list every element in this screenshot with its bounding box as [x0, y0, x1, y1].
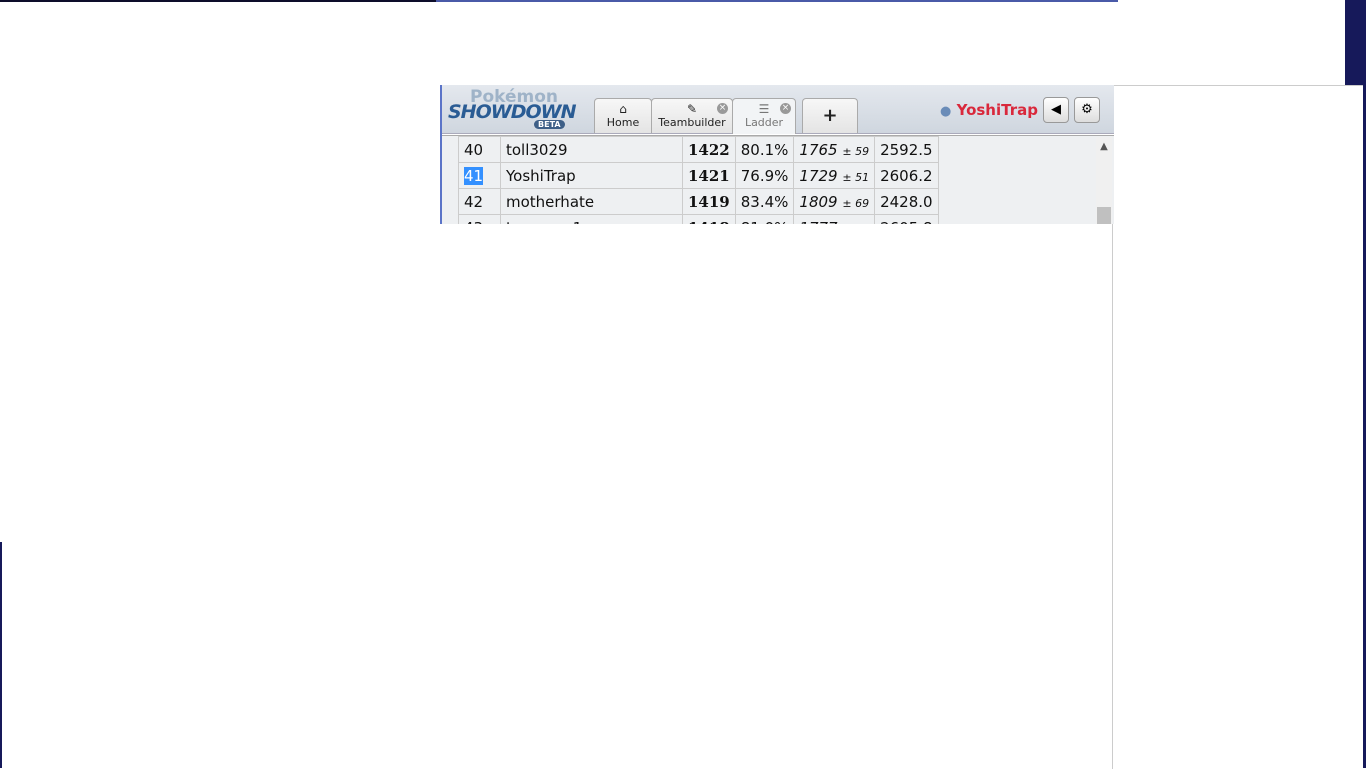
user-icon: ● — [940, 104, 952, 119]
glicko-deviation: ± 51 — [842, 170, 870, 184]
elo-cell: 1419 — [682, 188, 736, 215]
volume-icon: ◀ — [1051, 102, 1061, 117]
glicko-cell: 1765 ± 59 — [793, 136, 876, 163]
rank-cell: 40 — [458, 136, 501, 163]
gxe-cell: 83.4% — [734, 188, 795, 215]
showdown-logo[interactable]: Pokémon SHOWDOWN BETA — [448, 87, 590, 131]
rank: 43 — [464, 219, 483, 225]
player-name[interactable]: trapsuon1 — [506, 219, 582, 225]
gxe-cell: 80.1% — [734, 136, 795, 163]
rank: 41 — [464, 166, 484, 185]
scrollbar[interactable]: ▲ — [1096, 137, 1112, 224]
rank-cell: 42 — [458, 188, 501, 215]
name-cell[interactable]: YoshiTrap — [500, 162, 683, 189]
chevron-up-icon[interactable]: ▲ — [1096, 141, 1112, 152]
table-row: 43 trapsuon1 1418 81.0% 1777 ± 63 2605.8 — [458, 214, 939, 225]
desktop-background-left — [0, 542, 2, 768]
glicko-value: 1777 — [799, 219, 837, 225]
player-name[interactable]: YoshiTrap — [506, 167, 576, 185]
name-cell[interactable]: motherhate — [500, 188, 683, 215]
ladder-table: 40 toll3029 1422 80.1% 1765 ± 59 2592.5 4… — [458, 136, 939, 224]
glicko-deviation: ± 59 — [842, 144, 870, 158]
glicko-value: 1809 — [799, 192, 838, 211]
side-panel — [1112, 85, 1363, 769]
elo-cell: 1418 — [682, 214, 736, 224]
elo-cell: 1422 — [682, 136, 736, 163]
glicko-deviation: ± 63 — [842, 223, 869, 225]
showdown-window: Pokémon SHOWDOWN BETA ⌂ Home ✎ Teambuild… — [440, 85, 1114, 224]
glicko-cell: 1809 ± 69 — [793, 188, 876, 215]
gear-icon: ⚙ — [1081, 102, 1093, 117]
tab-ladder[interactable]: ☰ Ladder × — [732, 98, 796, 134]
tab-label: Home — [606, 116, 640, 129]
settings-button[interactable]: ⚙ — [1074, 97, 1100, 123]
close-icon[interactable]: × — [717, 103, 728, 114]
rank: 40 — [464, 140, 484, 159]
table-row: 40 toll3029 1422 80.1% 1765 ± 59 2592.5 — [458, 136, 939, 163]
rank-cell: 41 — [458, 162, 501, 189]
tab-home[interactable]: ⌂ Home — [594, 98, 652, 133]
coil-cell: 2606.2 — [874, 162, 939, 189]
username: YoshiTrap — [956, 101, 1038, 119]
header: Pokémon SHOWDOWN BETA ⌂ Home ✎ Teambuild… — [442, 85, 1114, 134]
window-edge — [436, 0, 1118, 2]
gxe-cell: 76.9% — [734, 162, 795, 189]
close-icon[interactable]: × — [780, 103, 791, 114]
glicko-cell: 1729 ± 51 — [793, 162, 876, 189]
user-button[interactable]: ● YoshiTrap — [940, 101, 1038, 119]
tab-label: Ladder — [744, 116, 784, 129]
table-row: 42 motherhate 1419 83.4% 1809 ± 69 2428.… — [458, 188, 939, 215]
gxe-cell: 81.0% — [734, 214, 795, 224]
home-icon: ⌂ — [619, 102, 627, 116]
glicko-deviation: ± 69 — [842, 196, 870, 210]
coil-cell: 2428.0 — [874, 188, 939, 215]
player-name[interactable]: toll3029 — [506, 141, 568, 159]
player-name[interactable]: motherhate — [506, 193, 594, 211]
tab-label: Teambuilder — [658, 116, 726, 129]
name-cell[interactable]: trapsuon1 — [500, 214, 683, 225]
sound-button[interactable]: ◀ — [1043, 97, 1069, 123]
rank-cell: 43 — [458, 214, 501, 225]
glicko-cell: 1777 ± 63 — [793, 214, 876, 225]
coil-cell: 2605.8 — [874, 214, 939, 224]
plus-icon: + — [822, 105, 838, 126]
coil-cell: 2592.5 — [874, 136, 939, 163]
beta-badge: BETA — [534, 120, 565, 129]
elo-cell: 1421 — [682, 162, 736, 189]
name-cell[interactable]: toll3029 — [500, 136, 683, 163]
new-tab-button[interactable]: + — [802, 98, 858, 133]
scrollbar-thumb[interactable] — [1097, 207, 1111, 224]
tab-teambuilder[interactable]: ✎ Teambuilder × — [651, 98, 733, 133]
table-row: 41 YoshiTrap 1421 76.9% 1729 ± 51 2606.2 — [458, 162, 939, 189]
glicko-value: 1765 — [799, 140, 838, 159]
desktop-background — [0, 0, 436, 2]
rank: 42 — [464, 192, 484, 211]
glicko-value: 1729 — [799, 166, 838, 185]
